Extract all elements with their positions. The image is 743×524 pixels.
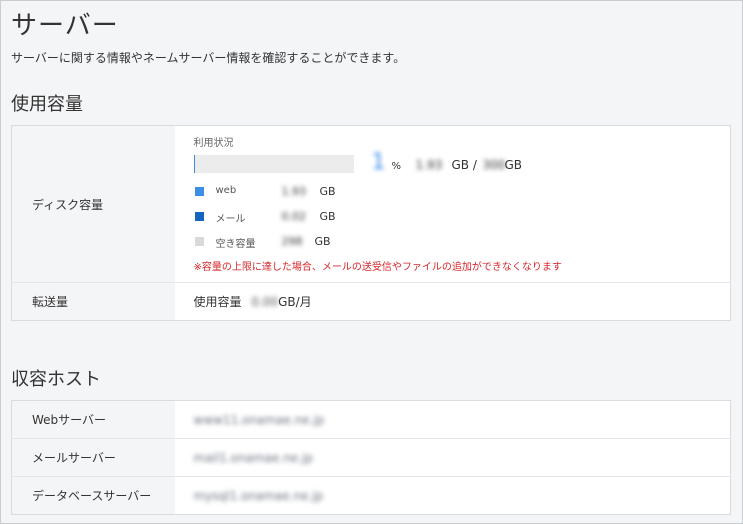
legend-web-value: 1.93 bbox=[281, 185, 307, 198]
host-db-value: mysql1.onamae.ne.jp bbox=[193, 488, 324, 503]
legend-free-swatch bbox=[194, 237, 204, 246]
host-table: Webサーバー www11.onamae.ne.jp メールサーバー mail1… bbox=[11, 400, 731, 515]
legend-free-name: 空き容量 bbox=[215, 239, 256, 250]
total-capacity-unit: GB bbox=[504, 158, 523, 172]
disk-value-cell: 利用状況 1 % 1.93 GB / 300 GB web 1.93 GB メー… bbox=[175, 126, 731, 283]
legend-mail-unit: GB bbox=[319, 210, 336, 223]
usage-table: ディスク容量 利用状況 1 % 1.93 GB / 300 GB web 1.9… bbox=[11, 125, 731, 321]
legend-web-swatch bbox=[194, 187, 204, 196]
page-description: サーバーに関する情報やネームサーバー情報を確認することができます。 bbox=[11, 51, 406, 65]
transfer-value-cell: 使用容量 0.00GB/月 bbox=[174, 282, 731, 321]
host-mail-value: mail1.onamae.ne.jp bbox=[193, 450, 313, 465]
legend-mail-swatch bbox=[194, 212, 204, 221]
legend-free-unit: GB bbox=[314, 235, 331, 248]
host-section-title: 収容ホスト bbox=[11, 369, 101, 390]
disk-usage-bar-fill bbox=[193, 155, 196, 173]
transfer-row: 転送量 使用容量 0.00GB/月 bbox=[11, 282, 731, 321]
disk-usage-bar bbox=[193, 155, 354, 173]
host-web-label: Webサーバー bbox=[11, 400, 175, 439]
host-web-value: www11.onamae.ne.jp bbox=[193, 412, 325, 427]
usage-section-title: 使用容量 bbox=[11, 94, 83, 115]
transfer-value: 0.00 bbox=[251, 295, 279, 309]
usage-percent: 1 bbox=[371, 150, 386, 175]
usage-caption: 利用状況 bbox=[193, 138, 234, 149]
host-mail-label: メールサーバー bbox=[11, 438, 175, 477]
host-db-label: データベースサーバー bbox=[11, 476, 175, 515]
host-row-db: データベースサーバー mysql1.onamae.ne.jp bbox=[11, 476, 731, 515]
used-capacity-unit: GB / bbox=[451, 158, 477, 172]
host-row-mail: メールサーバー mail1.onamae.ne.jp bbox=[11, 438, 731, 477]
total-capacity: 300 bbox=[482, 158, 506, 172]
legend-web-unit: GB bbox=[319, 185, 336, 198]
transfer-label: 転送量 bbox=[11, 282, 175, 321]
disk-label: ディスク容量 bbox=[11, 125, 175, 283]
page-title: サーバー bbox=[11, 11, 119, 41]
used-capacity: 1.93 bbox=[415, 158, 443, 172]
transfer-value-label: 使用容量 bbox=[193, 295, 242, 309]
legend-mail-value: 0.02 bbox=[281, 210, 307, 223]
usage-percent-sign: % bbox=[391, 161, 402, 172]
disk-row: ディスク容量 利用状況 1 % 1.93 GB / 300 GB web 1.9… bbox=[11, 125, 731, 283]
legend-free-value: 298 bbox=[281, 235, 303, 248]
legend-web-name: web bbox=[215, 185, 237, 196]
transfer-unit: GB/月 bbox=[278, 295, 312, 309]
host-row-web: Webサーバー www11.onamae.ne.jp bbox=[11, 400, 731, 439]
legend-mail-name: メール bbox=[215, 214, 246, 225]
capacity-warning: ※容量の上限に達した場合、メールの送受信やファイルの追加ができなくなります bbox=[193, 262, 562, 273]
